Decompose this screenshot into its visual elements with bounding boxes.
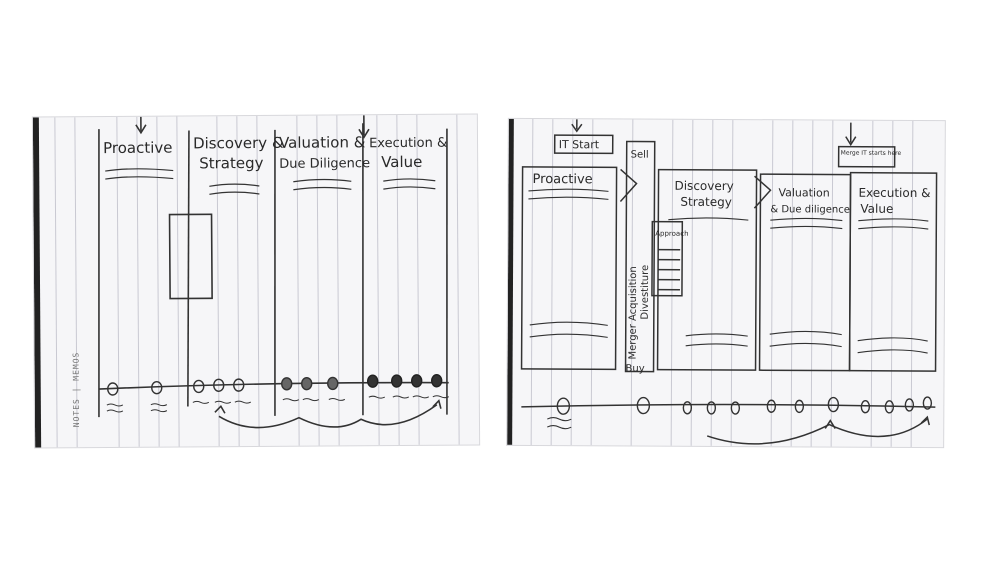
sell-label: Sell (631, 149, 649, 160)
left-phase-3b: Due Diligence (279, 156, 370, 172)
left-phase-3: Valuation & (279, 133, 366, 152)
merge-start-label: Merge IT starts here (841, 150, 902, 157)
it-start-label: IT Start (559, 138, 600, 151)
merger-acquisition-label: Merger Acquisition (628, 266, 639, 359)
right-execution: Execution & (858, 186, 930, 200)
notes-memos-label: NOTES | MEMOS (71, 352, 81, 428)
right-proactive: Proactive (533, 172, 593, 187)
right-sketch-photo: IT Start Merge IT starts here Sell Buy P… (507, 118, 945, 448)
approach-label: Approach (655, 230, 688, 238)
right-sketch-drawing: IT Start Merge IT starts here Sell Buy P… (507, 118, 938, 447)
divestiture-label: Divestiture (640, 265, 651, 320)
right-discovery-2: Strategy (680, 195, 731, 209)
left-phase-4b: Value (381, 153, 422, 171)
left-phase-2: Discovery & (193, 134, 284, 153)
left-phase-1: Proactive (103, 139, 173, 157)
left-phase-4: Execution & (369, 136, 447, 152)
right-valuation: Valuation (778, 186, 829, 199)
right-discovery: Discovery (674, 179, 733, 193)
left-sketch-drawing: Proactive Discovery & Strategy Valuation… (32, 114, 460, 448)
left-phase-2b: Strategy (199, 154, 264, 172)
buy-label: Buy (626, 363, 645, 374)
right-valuation-2: & Due diligence (770, 204, 850, 215)
right-execution-2: Value (860, 202, 893, 216)
left-sketch-photo: Proactive Discovery & Strategy Valuation… (32, 114, 480, 448)
